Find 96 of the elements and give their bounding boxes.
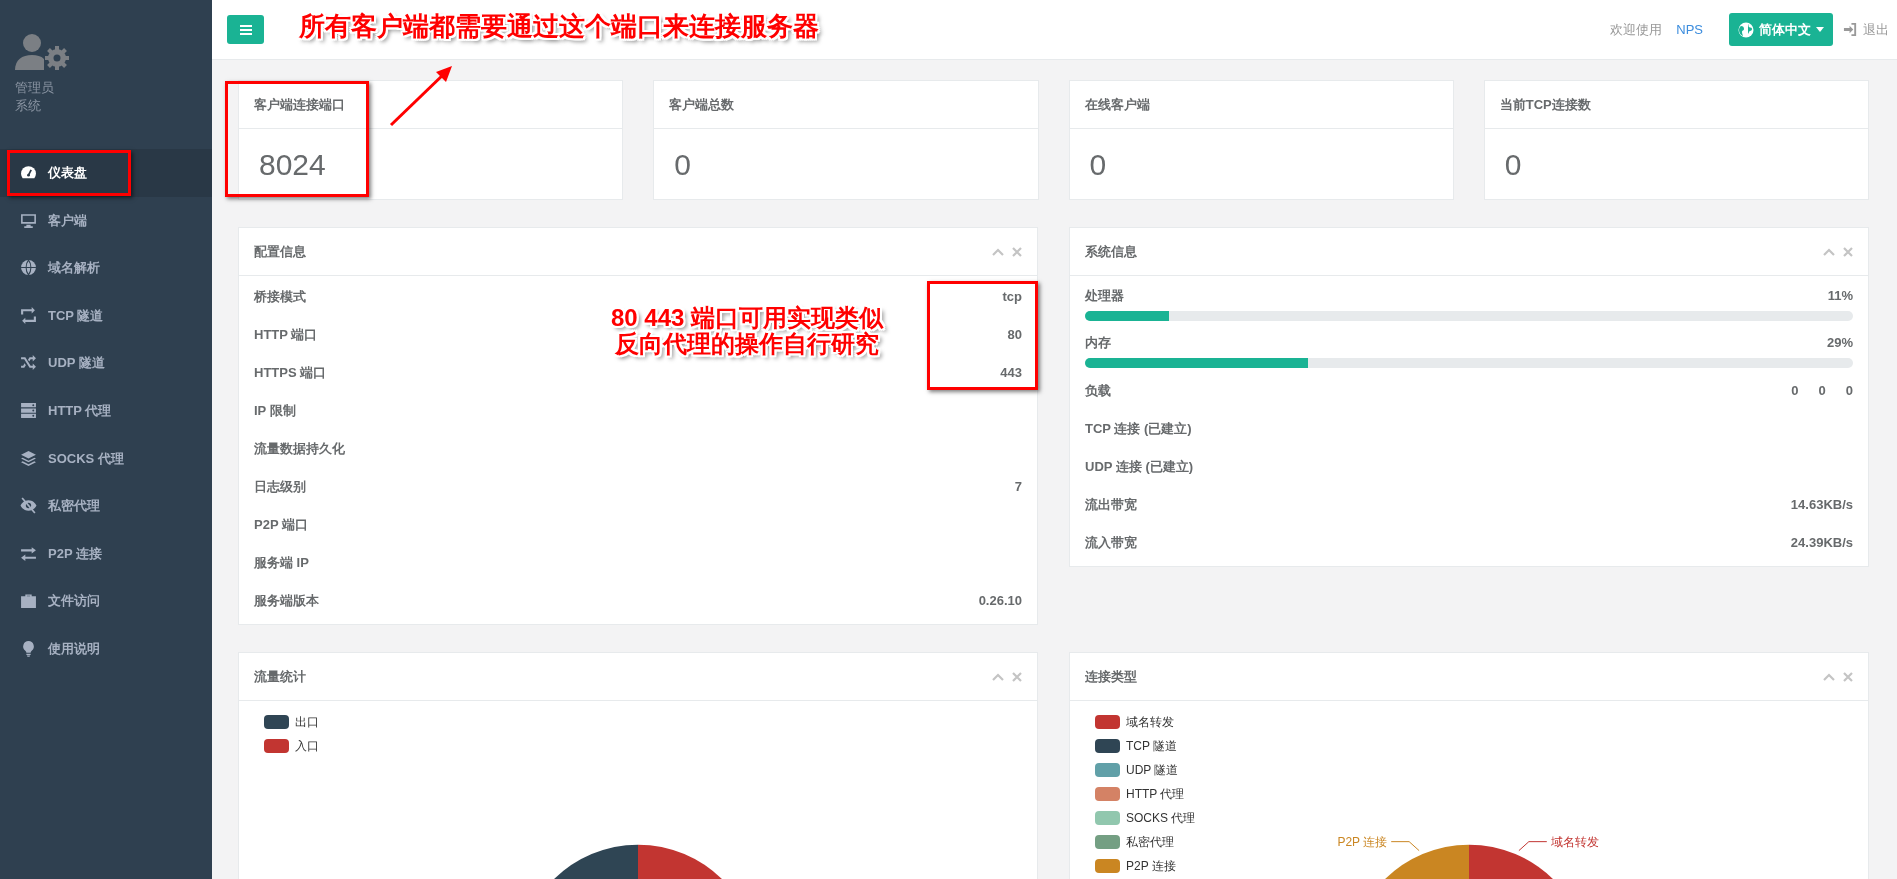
welcome-text: 欢迎使用 <box>1610 20 1663 39</box>
language-dropdown[interactable]: 简体中文 <box>1729 13 1833 46</box>
field-value: 14.63KB/s <box>1790 496 1853 515</box>
close-icon <box>1012 246 1022 257</box>
meter-reading: 11% <box>1827 287 1853 305</box>
sidebar-item[interactable]: 文件访问 <box>0 577 212 625</box>
panel-title: 流量统计 <box>254 667 306 686</box>
sidebar-item[interactable]: 使用说明 <box>0 624 212 673</box>
sidebar-item[interactable]: SOCKS 代理 <box>0 434 212 483</box>
legend-label: P2P 连接 <box>1126 858 1176 875</box>
field-value: 0.26.10 <box>978 592 1022 611</box>
card-title: 在线客户端 <box>1084 95 1150 114</box>
legend-label: 域名转发 <box>1126 714 1174 731</box>
lightbulb-icon <box>20 640 37 658</box>
field-label: TCP 连接 (已建立) <box>1085 420 1192 439</box>
panel-title: 配置信息 <box>254 242 306 261</box>
sidebar-item[interactable]: HTTP 代理 <box>0 386 212 435</box>
field-value: 0 <box>1818 382 1826 401</box>
legend-label: 入口 <box>295 738 319 755</box>
annotation-text: 所有客户端都需要通过这个端口来连接服务器 <box>299 12 819 41</box>
card-title: 客户端总数 <box>669 95 735 114</box>
sidebar-item[interactable]: 域名解析 <box>0 244 212 292</box>
stat-value: 0 <box>1089 146 1107 183</box>
sidebar-item[interactable]: UDP 隧道 <box>0 339 212 387</box>
panel-title: 系统信息 <box>1085 242 1137 261</box>
card-title: 客户端连接端口 <box>254 95 345 114</box>
exchange-icon <box>20 545 37 563</box>
legend-label: 出口 <box>295 714 319 731</box>
legend-label: HTTP 代理 <box>1126 786 1185 803</box>
field-label: HTTPS 端口 <box>254 364 327 383</box>
collapse-icon <box>1823 247 1835 256</box>
panel-title: 连接类型 <box>1085 667 1137 686</box>
user-name: 管理员 <box>15 79 55 97</box>
briefcase-icon <box>20 592 37 610</box>
field-label: UDP 连接 (已建立) <box>1085 458 1194 477</box>
card-title: 当前TCP连接数 <box>1499 95 1591 114</box>
sidebar-item[interactable]: P2P 连接 <box>0 529 212 578</box>
slice-label: 域名转发 <box>1550 834 1599 849</box>
collapse-icon <box>1823 672 1835 681</box>
server-icon <box>20 402 37 420</box>
legend-label: 私密代理 <box>1126 834 1174 851</box>
repeat-arrows-icon <box>20 307 37 325</box>
sign-in-icon <box>1843 22 1858 37</box>
leader-line <box>1518 841 1548 852</box>
field-label: 服务端版本 <box>254 592 319 611</box>
meter-label: 内存 <box>1085 334 1111 352</box>
brand-link[interactable]: NPS <box>1676 19 1703 40</box>
field-label: 日志级别 <box>254 478 306 497</box>
field-value: 24.39KB/s <box>1790 534 1853 553</box>
field-value: tcp <box>1002 288 1022 307</box>
user-gear-icon <box>15 33 69 71</box>
logout-link[interactable]: 退出 <box>1843 19 1889 40</box>
leader-line <box>1390 841 1420 852</box>
menu-button[interactable] <box>227 15 264 44</box>
stat-value: 0 <box>1504 146 1522 183</box>
field-value: 7 <box>1014 478 1022 497</box>
field-label: 流入带宽 <box>1085 534 1137 553</box>
field-value: 0 <box>1845 382 1853 401</box>
user-role: 系统 <box>15 97 42 115</box>
close-icon <box>1843 671 1853 682</box>
slice-label: P2P 连接 <box>1337 834 1388 849</box>
stat-value: 0 <box>674 146 691 183</box>
field-value: 443 <box>1000 364 1022 383</box>
sidebar-item[interactable]: 私密代理 <box>0 482 212 530</box>
shuffle-icon <box>20 354 37 372</box>
sidebar-item[interactable]: 客户端 <box>0 196 212 245</box>
field-value: 80 <box>1007 326 1022 345</box>
menu-icon <box>239 24 252 35</box>
caret-icon <box>1816 27 1824 32</box>
field-label: 负载 <box>1085 382 1111 401</box>
field-label: 服务端 IP <box>254 554 309 573</box>
meter-reading: 29% <box>1826 334 1853 352</box>
field-label: 桥接模式 <box>254 288 306 307</box>
field-label: P2P 端口 <box>254 516 308 535</box>
meter-label: 处理器 <box>1085 287 1124 305</box>
sidebar-item[interactable]: TCP 隧道 <box>0 291 212 340</box>
legend-label: TCP 隧道 <box>1126 738 1178 755</box>
collapse-icon <box>992 247 1004 256</box>
sidebar-item[interactable]: 仪表盘 <box>0 149 212 197</box>
eye-slash-icon <box>20 497 37 515</box>
field-label: HTTP 端口 <box>254 326 318 345</box>
layers-icon <box>20 449 37 467</box>
legend-label: SOCKS 代理 <box>1126 810 1196 827</box>
field-value: 0 <box>1791 382 1799 401</box>
close-icon <box>1843 246 1853 257</box>
stat-value: 8024 <box>259 146 326 183</box>
field-label: IP 限制 <box>254 402 296 421</box>
field-label: 流出带宽 <box>1085 496 1137 515</box>
annotation-text: 80 443 端口可用实现类似 反向代理的操作自行研究 <box>611 305 884 358</box>
globe-icon <box>1738 21 1754 38</box>
globe-icon <box>20 259 37 277</box>
monitor-icon <box>20 211 37 229</box>
legend-label: UDP 隧道 <box>1126 762 1179 779</box>
close-icon <box>1012 671 1022 682</box>
field-label: 流量数据持久化 <box>254 440 345 459</box>
collapse-icon <box>992 672 1004 681</box>
